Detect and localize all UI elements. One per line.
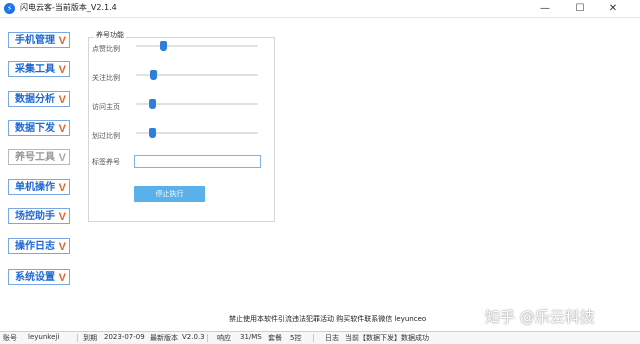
version-value: V2.0.3 — [182, 333, 205, 341]
sidebar-item-account-nurture[interactable]: 养号工具 V — [8, 149, 70, 165]
maximize-button[interactable]: ☐ — [565, 0, 595, 17]
latency-label: 响应 — [217, 334, 231, 342]
sidebar-item-collect-tools[interactable]: 采集工具 V — [8, 61, 70, 77]
sidebar-item-label: 场控助手 — [15, 211, 55, 222]
sidebar-item-phone-manage[interactable]: 手机管理 V — [8, 32, 70, 48]
swipe-ratio-slider[interactable] — [136, 128, 258, 138]
sidebar-item-label: 采集工具 — [15, 64, 55, 75]
version-label: 最新版本 — [150, 334, 178, 342]
chevron-down-icon: V — [58, 35, 66, 47]
close-button[interactable]: ✕ — [598, 0, 628, 17]
sidebar-item-label: 养号工具 — [15, 152, 55, 163]
sidebar-item-operation-log[interactable]: 操作日志 V — [8, 238, 70, 254]
swipe-ratio-label: 划过比例 — [92, 132, 120, 140]
slider-thumb[interactable] — [150, 70, 158, 80]
window-title: 闪电云客-当前版本_V2.1.4 — [20, 3, 117, 12]
slider-thumb[interactable] — [159, 41, 167, 51]
status-bar: 账号 leyunkeji 到期 2023-07-09 最新版本 V2.0.3 响… — [0, 331, 640, 344]
slider-thumb[interactable] — [148, 128, 156, 138]
sidebar-item-single-operation[interactable]: 单机操作 V — [8, 179, 70, 195]
chevron-down-icon: V — [58, 123, 66, 135]
sidebar-item-label: 操作日志 — [15, 241, 55, 252]
slots-label: 套餐 — [268, 334, 282, 342]
expire-value: 2023-07-09 — [104, 333, 145, 341]
chevron-down-icon: V — [58, 182, 66, 194]
title-bar: ⚡ 闪电云客-当前版本_V2.1.4 — ☐ ✕ — [0, 0, 640, 18]
divider — [207, 334, 208, 342]
sidebar-item-live-assistant[interactable]: 场控助手 V — [8, 208, 70, 224]
chevron-down-icon: V — [58, 64, 66, 76]
sidebar-item-label: 单机操作 — [15, 182, 55, 193]
visit-homepage-slider[interactable] — [136, 99, 258, 109]
watermark: 知乎 @乐云科技 — [485, 308, 595, 326]
visit-homepage-label: 访问主页 — [92, 103, 120, 111]
tag-nurture-input[interactable] — [134, 155, 261, 168]
sidebar-item-label: 手机管理 — [15, 35, 55, 46]
expire-label: 到期 — [83, 334, 97, 342]
log-value: 当前【数据下发】数据成功 — [345, 334, 429, 342]
follow-ratio-slider[interactable] — [136, 70, 258, 80]
minimize-button[interactable]: — — [530, 0, 560, 17]
like-ratio-slider[interactable] — [136, 41, 258, 51]
like-ratio-label: 点赞比例 — [92, 45, 120, 53]
app-logo-icon: ⚡ — [4, 3, 15, 14]
chevron-down-icon: V — [58, 152, 66, 164]
sidebar-item-label: 数据分析 — [15, 94, 55, 105]
chevron-down-icon: V — [58, 94, 66, 106]
sidebar-item-data-analysis[interactable]: 数据分析 V — [8, 91, 70, 107]
chevron-down-icon: V — [58, 211, 66, 223]
latency-value: 31/MS — [240, 333, 262, 341]
sidebar-item-system-settings[interactable]: 系统设置 V — [8, 269, 70, 285]
sidebar-item-label: 系统设置 — [15, 272, 55, 283]
usage-notice: 禁止使用本软件引流违法犯罪活动 购买软件联系微信 leyunceo — [229, 315, 427, 323]
panel-title: 养号功能 — [94, 30, 126, 40]
slider-thumb[interactable] — [148, 99, 156, 109]
log-label: 日志 — [325, 334, 339, 342]
slots-value: 5控 — [290, 334, 302, 342]
tag-nurture-label: 标签养号 — [92, 158, 120, 166]
follow-ratio-label: 关注比例 — [92, 74, 120, 82]
divider — [313, 334, 314, 342]
account-label: 账号 — [3, 334, 17, 342]
sidebar-item-label: 数据下发 — [15, 123, 55, 134]
divider — [77, 334, 78, 342]
chevron-down-icon: V — [58, 241, 66, 253]
chevron-down-icon: V — [58, 272, 66, 284]
account-value: leyunkeji — [28, 333, 60, 341]
stop-execution-button[interactable]: 停止执行 — [134, 186, 205, 202]
sidebar-item-data-dispatch[interactable]: 数据下发 V — [8, 120, 70, 136]
